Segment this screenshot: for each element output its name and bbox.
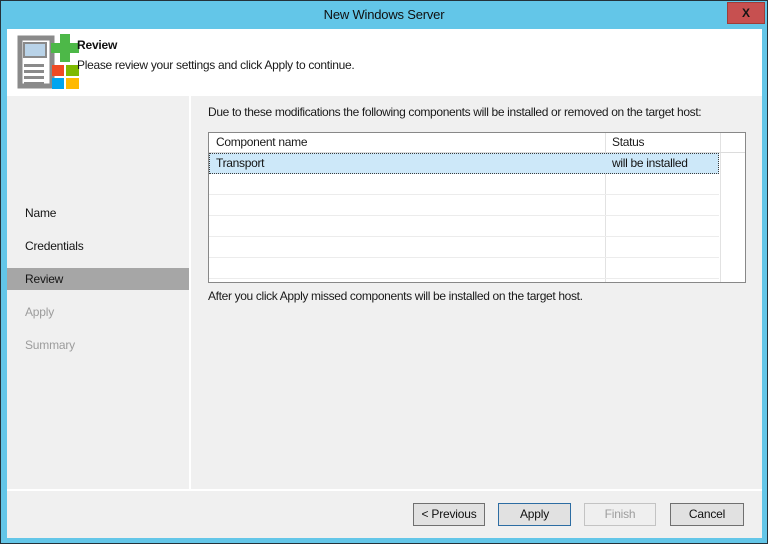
step-subtitle: Please review your settings and click Ap… <box>77 58 354 72</box>
sidebar-item-name[interactable]: Name <box>7 202 189 224</box>
sidebar-item-review[interactable]: Review <box>7 268 189 290</box>
column-header-component-name[interactable]: Component name <box>216 133 307 152</box>
instruction-text: Due to these modifications the following… <box>208 105 701 119</box>
row-line <box>209 257 719 258</box>
wizard-header: Review Please review your settings and c… <box>7 29 762 96</box>
component-name-cell: Transport <box>216 154 264 173</box>
status-cell: will be installed <box>612 154 688 173</box>
window-title: New Windows Server <box>1 1 767 28</box>
row-line <box>209 194 719 195</box>
row-line <box>209 215 719 216</box>
sidebar-item-apply: Apply <box>7 301 189 323</box>
sidebar-separator <box>189 96 191 489</box>
column-header-status[interactable]: Status <box>612 133 644 152</box>
row-line <box>209 278 719 279</box>
apply-button[interactable]: Apply <box>498 503 571 526</box>
step-title: Review <box>77 38 117 52</box>
note-text: After you click Apply missed components … <box>208 289 583 303</box>
column-divider <box>720 133 721 282</box>
sidebar-item-summary: Summary <box>7 334 189 356</box>
new-windows-server-dialog: New Windows Server X Review Please revie… <box>0 0 768 544</box>
row-line <box>209 236 719 237</box>
cancel-button[interactable]: Cancel <box>670 503 744 526</box>
sidebar-item-credentials[interactable]: Credentials <box>7 235 189 257</box>
main-area: Name Credentials Review Apply Summary Du… <box>7 96 762 489</box>
table-row[interactable]: Transport will be installed <box>209 153 719 174</box>
previous-button[interactable]: < Previous <box>413 503 485 526</box>
titlebar[interactable]: New Windows Server <box>1 1 767 28</box>
components-table: Component name Status Transport will be … <box>208 132 746 283</box>
close-icon: X <box>742 6 750 20</box>
close-button[interactable]: X <box>727 2 765 24</box>
finish-button[interactable]: Finish <box>584 503 656 526</box>
windows-server-add-icon <box>15 34 79 90</box>
